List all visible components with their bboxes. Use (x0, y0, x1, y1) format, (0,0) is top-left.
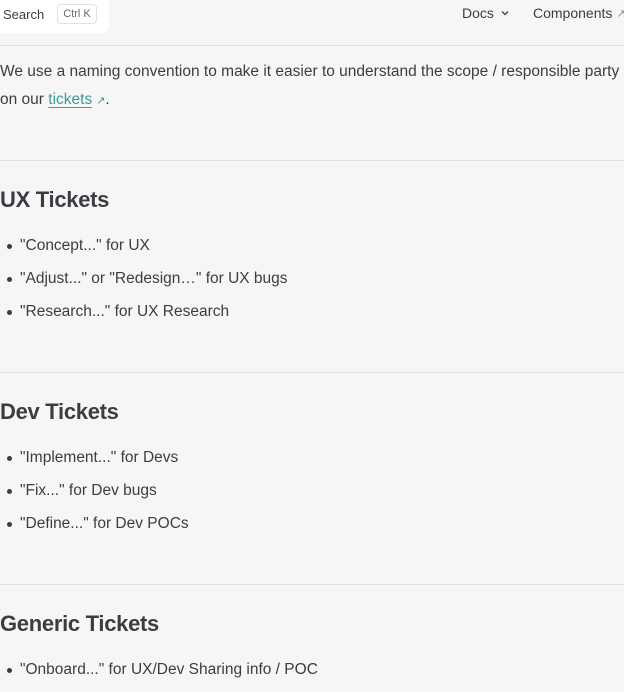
intro-paragraph: We use a naming convention to make it ea… (0, 58, 624, 115)
intro-text: We use a naming convention to make it ea… (0, 63, 620, 108)
section-heading-generic-tickets: Generic Tickets (0, 611, 159, 636)
list-item: "Research..." for UX Research (0, 301, 288, 334)
dev-tickets-list: "Implement..." for Devs "Fix..." for Dev… (0, 447, 189, 546)
section-heading-dev-tickets: Dev Tickets (0, 399, 119, 424)
section-heading-ux-tickets: UX Tickets (0, 187, 110, 212)
search-label: Search (3, 7, 45, 22)
list-item: "Onboard..." for UX/Dev Sharing info / P… (0, 659, 318, 692)
list-item: "Adjust..." or "Redesign…" for UX bugs (0, 268, 288, 301)
list-item: "Implement..." for Devs (0, 447, 189, 480)
section-divider (0, 160, 624, 161)
list-item: "Fix..." for Dev bugs (0, 480, 189, 513)
search-button[interactable]: Search Ctrl K (0, 0, 109, 33)
nav-components-label: Components (533, 5, 613, 21)
list-item: "Concept..." for UX (0, 235, 288, 268)
search-shortcut-badge: Ctrl K (57, 4, 97, 24)
section-divider (0, 372, 624, 373)
chevron-down-icon (501, 11, 509, 16)
top-navigation-bar: Search Ctrl K Docs Components ↗ (0, 0, 624, 46)
external-link-icon: ↗ (616, 7, 624, 20)
list-item: "Define..." for Dev POCs (0, 513, 189, 546)
ux-tickets-list: "Concept..." for UX "Adjust..." or "Rede… (0, 235, 288, 334)
nav-docs-label: Docs (462, 5, 494, 21)
generic-tickets-list: "Onboard..." for UX/Dev Sharing info / P… (0, 659, 318, 692)
tickets-link[interactable]: tickets (48, 91, 92, 108)
nav-components-link[interactable]: Components ↗ (533, 5, 624, 21)
nav-docs-dropdown[interactable]: Docs (462, 5, 510, 21)
intro-text-end: . (105, 91, 110, 108)
section-divider (0, 584, 624, 585)
